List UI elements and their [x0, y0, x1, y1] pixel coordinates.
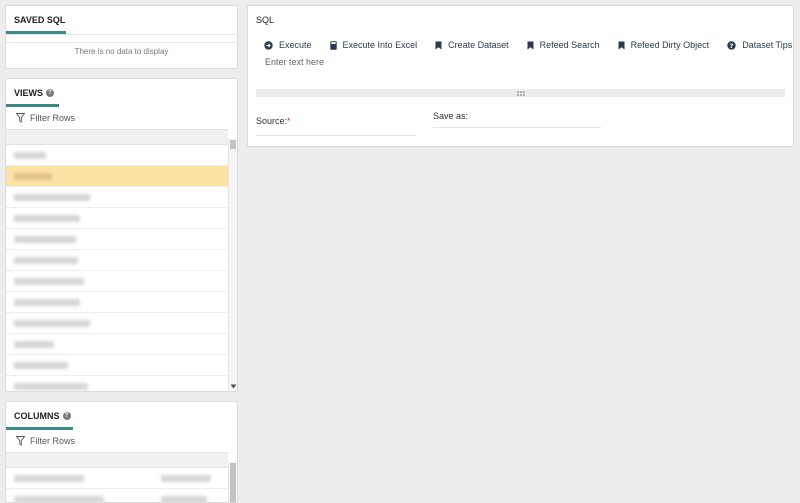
views-grid-header: [6, 129, 228, 145]
saved-sql-title: SAVED SQL: [14, 15, 66, 25]
views-filter-rows[interactable]: Filter Rows: [6, 107, 237, 129]
save-as-input[interactable]: [433, 112, 601, 128]
svg-text:?: ?: [730, 41, 734, 49]
views-scrollbar-thumb[interactable]: [230, 140, 236, 149]
views-scrollbar[interactable]: [228, 139, 237, 391]
columns-scrollbar[interactable]: [228, 462, 237, 502]
execute-into-excel-label: Execute Into Excel: [342, 40, 418, 50]
dataset-tips-button[interactable]: ? Dataset Tips: [727, 40, 792, 50]
bookmark-icon: [527, 41, 534, 49]
saved-sql-panel: SAVED SQL There is no data to display: [5, 5, 238, 69]
execute-arrow-icon: [264, 40, 273, 50]
refeed-search-label: Refeed Search: [539, 40, 600, 50]
columns-scrollbar-thumb[interactable]: [230, 463, 236, 502]
filter-icon: [16, 113, 25, 123]
saved-sql-tab[interactable]: SAVED SQL: [6, 6, 237, 34]
bookmark-icon: [618, 41, 625, 49]
list-item[interactable]: [6, 292, 228, 313]
views-title: VIEWS: [14, 88, 44, 98]
sql-panel: SQL Execute Execute Into Excel Create Da…: [247, 5, 794, 147]
drag-handle-icon: [516, 90, 525, 96]
help-icon[interactable]: ?: [46, 89, 55, 97]
refeed-dirty-object-button[interactable]: Refeed Dirty Object: [618, 40, 710, 50]
help-icon[interactable]: ?: [62, 412, 71, 420]
source-field-underline: [256, 135, 416, 136]
table-row[interactable]: [6, 468, 228, 489]
list-item[interactable]: [6, 208, 228, 229]
active-tab-underline: [6, 427, 73, 430]
save-as-underline: [433, 127, 601, 128]
views-filter-label: Filter Rows: [30, 113, 76, 123]
list-item[interactable]: [6, 313, 228, 334]
views-list: [6, 145, 228, 391]
execute-button[interactable]: Execute: [264, 40, 312, 50]
columns-title: COLUMNS: [14, 411, 60, 421]
table-row[interactable]: [6, 489, 228, 502]
sql-toolbar: Execute Execute Into Excel Create Datase…: [264, 35, 792, 55]
sql-title: SQL: [256, 15, 275, 25]
list-item[interactable]: [6, 376, 228, 391]
list-item[interactable]: [6, 250, 228, 271]
columns-filter-rows[interactable]: Filter Rows: [6, 430, 237, 452]
list-item[interactable]: [6, 271, 228, 292]
columns-panel: COLUMNS ? Filter Rows: [5, 401, 238, 503]
execute-label: Execute: [279, 40, 312, 50]
source-field[interactable]: Source:*: [256, 116, 416, 132]
dataset-tips-label: Dataset Tips: [742, 40, 793, 50]
list-item[interactable]: [6, 145, 228, 166]
scroll-down-arrow-icon[interactable]: [230, 384, 237, 389]
sql-editor-placeholder: Enter text here: [265, 57, 325, 67]
create-dataset-label: Create Dataset: [448, 40, 509, 50]
sql-editor[interactable]: Enter text here: [256, 54, 785, 88]
active-tab-underline: [6, 31, 66, 34]
bookmark-icon: [435, 41, 442, 49]
source-label: Source:: [256, 116, 288, 126]
list-item-selected[interactable]: [6, 166, 228, 187]
execute-into-excel-button[interactable]: Execute Into Excel: [329, 40, 418, 50]
refeed-dirty-object-label: Refeed Dirty Object: [630, 40, 710, 50]
required-mark: *: [287, 116, 291, 126]
views-panel: VIEWS ? Filter Rows: [5, 78, 238, 392]
saved-sql-empty-message: There is no data to display: [6, 42, 237, 60]
filter-icon: [16, 436, 25, 446]
views-tab[interactable]: VIEWS ?: [6, 79, 237, 107]
columns-tab[interactable]: COLUMNS ?: [6, 402, 237, 430]
list-item[interactable]: [6, 229, 228, 250]
list-item[interactable]: [6, 355, 228, 376]
list-item[interactable]: [6, 187, 228, 208]
editor-resize-handle[interactable]: [256, 89, 785, 97]
question-circle-icon: ?: [727, 40, 736, 49]
list-item[interactable]: [6, 334, 228, 355]
columns-grid-header: [6, 452, 228, 468]
calculator-icon: [329, 40, 337, 50]
active-tab-underline: [6, 104, 59, 107]
columns-list: [6, 468, 228, 502]
create-dataset-button[interactable]: Create Dataset: [435, 40, 509, 50]
columns-filter-label: Filter Rows: [30, 436, 76, 446]
refeed-search-button[interactable]: Refeed Search: [527, 40, 600, 50]
